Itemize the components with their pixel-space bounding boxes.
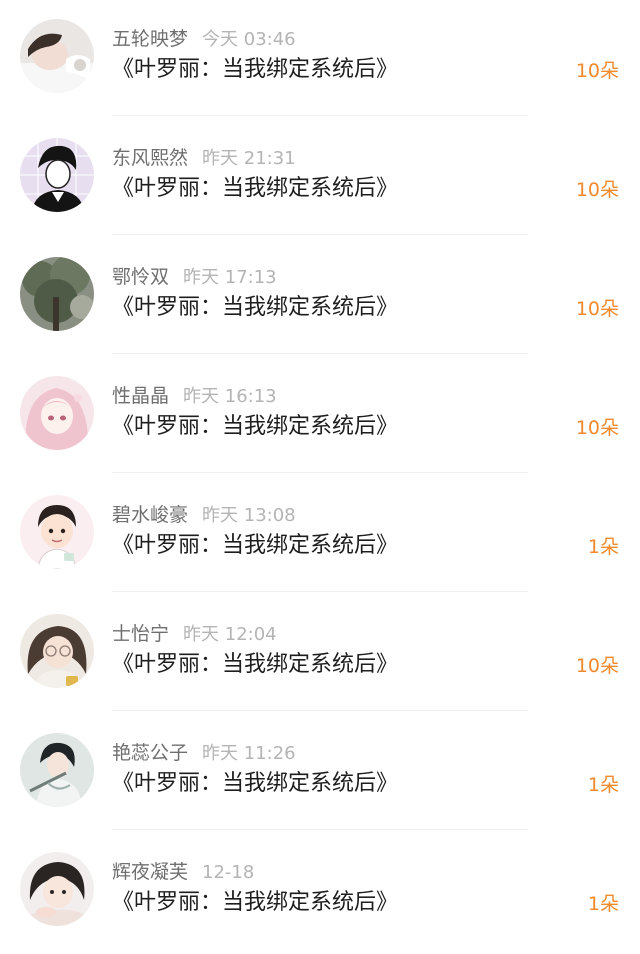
book-title[interactable]: 《叶罗丽：当我绑定系统后》 (112, 293, 398, 323)
list-item[interactable]: 东风熙然 昨天 21:31 《叶罗丽：当我绑定系统后》 10朵 (0, 119, 640, 238)
avatar[interactable] (20, 19, 94, 93)
list-item[interactable]: 性晶晶 昨天 16:13 《叶罗丽：当我绑定系统后》 10朵 (0, 357, 640, 476)
avatar[interactable] (20, 257, 94, 331)
username-text[interactable]: 碧水峻豪 (112, 504, 188, 526)
book-title[interactable]: 《叶罗丽：当我绑定系统后》 (112, 531, 398, 561)
divider (112, 115, 528, 116)
gift-count: 1朵 (587, 893, 619, 915)
gift-count: 1朵 (587, 536, 619, 558)
divider (112, 591, 528, 592)
timestamp: 昨天 21:31 (202, 148, 296, 169)
list-item[interactable]: 辉夜凝芙 12-18 《叶罗丽：当我绑定系统后》 1朵 (0, 833, 640, 952)
gift-record-list: 五轮映梦 今天 03:46 《叶罗丽：当我绑定系统后》 10朵 东风熙然 昨天 21… (0, 0, 640, 954)
book-title[interactable]: 《叶罗丽：当我绑定系统后》 (112, 769, 398, 799)
username[interactable]: 东风熙然 昨天 21:31 (112, 146, 296, 171)
gift-count: 10朵 (575, 179, 619, 201)
divider (112, 234, 528, 235)
gift-count: 1朵 (587, 774, 619, 796)
username[interactable]: 士怡宁 昨天 12:04 (112, 622, 277, 647)
gift-count: 10朵 (575, 655, 619, 677)
username[interactable]: 鄂怜双 昨天 17:13 (112, 265, 277, 290)
username-text[interactable]: 士怡宁 (112, 623, 169, 645)
timestamp: 昨天 13:08 (202, 505, 296, 526)
divider (112, 472, 528, 473)
username[interactable]: 性晶晶 昨天 16:13 (112, 384, 277, 409)
timestamp: 昨天 11:26 (202, 743, 296, 764)
username[interactable]: 艳蕊公子 昨天 11:26 (112, 741, 296, 766)
list-item[interactable]: 五轮映梦 今天 03:46 《叶罗丽：当我绑定系统后》 10朵 (0, 0, 640, 119)
avatar[interactable] (20, 852, 94, 926)
timestamp: 昨天 17:13 (183, 267, 277, 288)
timestamp: 今天 03:46 (202, 29, 296, 50)
book-title[interactable]: 《叶罗丽：当我绑定系统后》 (112, 412, 398, 442)
username-text[interactable]: 性晶晶 (112, 385, 169, 407)
book-title[interactable]: 《叶罗丽：当我绑定系统后》 (112, 55, 398, 85)
avatar[interactable] (20, 138, 94, 212)
gift-count: 10朵 (575, 298, 619, 320)
username[interactable]: 碧水峻豪 昨天 13:08 (112, 503, 296, 528)
username[interactable]: 辉夜凝芙 12-18 (112, 860, 254, 885)
username-text[interactable]: 五轮映梦 (112, 28, 188, 50)
username-text[interactable]: 东风熙然 (112, 147, 188, 169)
book-title[interactable]: 《叶罗丽：当我绑定系统后》 (112, 888, 398, 918)
divider (112, 710, 528, 711)
timestamp: 昨天 12:04 (183, 624, 277, 645)
divider (112, 829, 528, 830)
timestamp: 12-18 (202, 862, 255, 883)
gift-count: 10朵 (575, 417, 619, 439)
avatar[interactable] (20, 495, 94, 569)
list-item[interactable]: 鄂怜双 昨天 17:13 《叶罗丽：当我绑定系统后》 10朵 (0, 238, 640, 357)
gift-count: 10朵 (575, 60, 619, 82)
avatar[interactable] (20, 733, 94, 807)
timestamp: 昨天 16:13 (183, 386, 277, 407)
username[interactable]: 五轮映梦 今天 03:46 (112, 27, 296, 52)
avatar[interactable] (20, 614, 94, 688)
username-text[interactable]: 辉夜凝芙 (112, 861, 188, 883)
list-item[interactable]: 士怡宁 昨天 12:04 《叶罗丽：当我绑定系统后》 10朵 (0, 595, 640, 714)
list-item[interactable]: 碧水峻豪 昨天 13:08 《叶罗丽：当我绑定系统后》 1朵 (0, 476, 640, 595)
username-text[interactable]: 艳蕊公子 (112, 742, 188, 764)
avatar[interactable] (20, 376, 94, 450)
book-title[interactable]: 《叶罗丽：当我绑定系统后》 (112, 650, 398, 680)
list-item[interactable]: 艳蕊公子 昨天 11:26 《叶罗丽：当我绑定系统后》 1朵 (0, 714, 640, 833)
divider (112, 353, 528, 354)
username-text[interactable]: 鄂怜双 (112, 266, 169, 288)
book-title[interactable]: 《叶罗丽：当我绑定系统后》 (112, 174, 398, 204)
